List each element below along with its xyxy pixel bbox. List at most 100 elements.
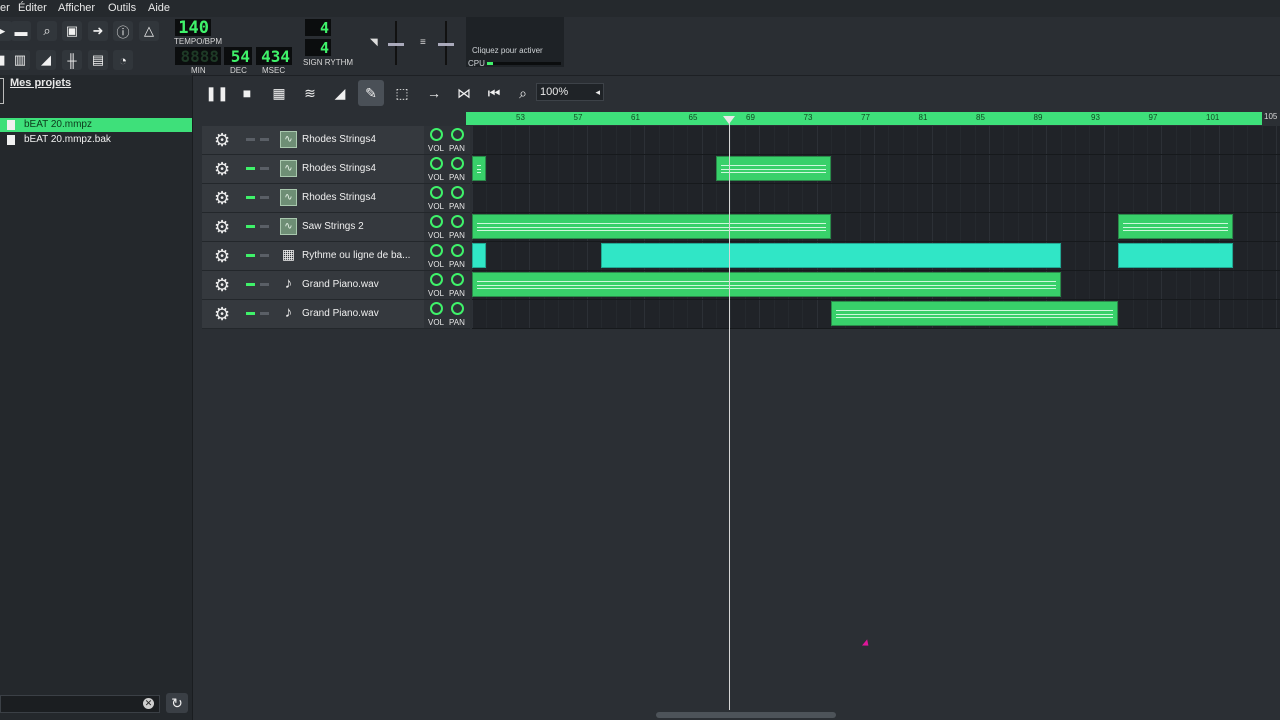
track-settings-gear-icon[interactable]: ⚙ [214,246,230,267]
vol-knob[interactable] [430,273,443,286]
pattern-clip[interactable] [601,243,1061,268]
track-lane[interactable] [472,126,1280,155]
track-solo-toggle[interactable] [260,167,269,170]
loop-points-button[interactable]: ⋈ [451,80,477,106]
pan-knob[interactable] [451,244,464,257]
time-sig-numerator[interactable]: 4 [305,19,331,37]
pan-knob[interactable] [451,128,464,141]
track-header[interactable]: ⚙ ∿ Saw Strings 2 VOL PAN [202,213,470,242]
track-settings-gear-icon[interactable]: ⚙ [214,188,230,209]
track-name[interactable]: Rhodes Strings4 [302,192,376,203]
track-lane[interactable] [472,213,1280,242]
track-settings-gear-icon[interactable]: ⚙ [214,217,230,238]
track-lane[interactable] [472,155,1280,184]
draw-mode-button[interactable]: ✎ [358,80,384,106]
pan-knob[interactable] [451,215,464,228]
recent-projects-button[interactable]: ⌕ [37,21,57,41]
vol-knob[interactable] [430,215,443,228]
track-mute-toggle[interactable] [246,283,255,286]
track-lane[interactable] [472,300,1280,329]
playhead-line[interactable] [729,120,730,710]
pan-knob[interactable] [451,157,464,170]
export-button[interactable]: ➜ [88,21,108,41]
sidebar-tab-handle[interactable] [0,78,4,104]
add-beat-track-button[interactable]: ▦ [266,80,292,106]
track-name[interactable]: Saw Strings 2 [302,221,364,232]
track-mute-toggle[interactable] [246,196,255,199]
track-header[interactable]: ⚙ ∿ Rhodes Strings4 VOL PAN [202,126,470,155]
track-lane[interactable] [472,242,1280,271]
track-mute-toggle[interactable] [246,225,255,228]
clear-search-icon[interactable]: ✕ [143,698,154,709]
pattern-clip[interactable] [472,214,831,239]
pattern-clip[interactable] [472,243,487,268]
track-name[interactable]: Grand Piano.wav [302,308,379,319]
track-settings-gear-icon[interactable]: ⚙ [214,159,230,180]
save-button[interactable]: ▣ [62,21,82,41]
pan-knob[interactable] [451,273,464,286]
track-settings-gear-icon[interactable]: ⚙ [214,275,230,296]
vol-knob[interactable] [430,302,443,315]
track-mute-toggle[interactable] [246,138,255,141]
track-header[interactable]: ⚙ ∿ Rhodes Strings4 VOL PAN [202,184,470,213]
track-name[interactable]: Grand Piano.wav [302,279,379,290]
pause-button[interactable]: ❚❚ [204,80,230,106]
track-solo-toggle[interactable] [260,138,269,141]
track-solo-toggle[interactable] [260,254,269,257]
menu-edit[interactable]: Éditer [18,2,47,14]
track-header[interactable]: ⚙ ▦ Rythme ou ligne de ba... VOL PAN [202,242,470,271]
track-mute-toggle[interactable] [246,167,255,170]
track-settings-gear-icon[interactable]: ⚙ [214,304,230,325]
automation-editor-toggle[interactable]: ◢ [36,50,56,70]
track-name[interactable]: Rhodes Strings4 [302,163,376,174]
pattern-clip[interactable] [716,156,831,181]
pan-knob[interactable] [451,302,464,315]
vol-knob[interactable] [430,244,443,257]
beat-editor-toggle[interactable]: ▥ [10,50,30,70]
pan-knob[interactable] [451,186,464,199]
add-sample-track-button[interactable]: ≋ [297,80,323,106]
refresh-button[interactable]: ↻ [166,693,188,713]
pattern-clip[interactable] [472,156,487,181]
oscilloscope-area[interactable]: Cliquez pour activer CPU [466,17,564,68]
follow-playhead-button[interactable]: → [421,80,447,106]
controller-rack-toggle[interactable]: ◔ [113,50,133,70]
whats-this-button[interactable]: ⓘ [113,21,133,41]
master-pitch-handle[interactable] [438,43,454,46]
pattern-clip[interactable] [1118,243,1234,268]
file-item-selected[interactable]: bEAT 20.mmpz [0,118,192,132]
track-name[interactable]: Rhodes Strings4 [302,134,376,145]
pattern-clip[interactable] [831,301,1119,326]
horizontal-scrollbar[interactable] [656,712,836,718]
timeline-ruler[interactable]: 53 57 61 65 69 73 77 81 85 89 93 97 101 [466,112,1262,125]
vol-knob[interactable] [430,186,443,199]
playhead-marker[interactable] [723,116,735,124]
track-solo-toggle[interactable] [260,283,269,286]
browser-search-input[interactable] [0,695,160,713]
track-solo-toggle[interactable] [260,225,269,228]
mixer-toggle[interactable]: ╫ [62,50,82,70]
track-header[interactable]: ⚙ ♪ Grand Piano.wav VOL PAN [202,271,470,300]
time-sig-denominator[interactable]: 4 [305,39,331,57]
notes-toggle[interactable]: ▤ [88,50,108,70]
pattern-clip[interactable] [1118,214,1234,239]
open-project-button[interactable]: ▬ [11,21,31,41]
track-header[interactable]: ⚙ ♪ Grand Piano.wav VOL PAN [202,300,470,329]
track-lane[interactable] [472,271,1280,300]
vol-knob[interactable] [430,128,443,141]
track-solo-toggle[interactable] [260,312,269,315]
edit-mode-button[interactable]: ⬚ [389,80,415,106]
pattern-clip[interactable] [472,272,1061,297]
menu-help[interactable]: Aide [148,2,170,14]
add-automation-track-button[interactable]: ◢ [327,80,353,106]
master-volume-handle[interactable] [388,43,404,46]
track-solo-toggle[interactable] [260,196,269,199]
metronome-button[interactable]: △ [139,21,159,41]
stop-button[interactable]: ■ [234,80,260,106]
track-header[interactable]: ⚙ ∿ Rhodes Strings4 VOL PAN [202,155,470,184]
track-lane[interactable] [472,184,1280,213]
tempo-display[interactable]: 140 [175,18,211,38]
menu-view[interactable]: Afficher [58,2,95,14]
track-name[interactable]: Rythme ou ligne de ba... [302,250,410,261]
zoom-select[interactable]: 100% ◂ [536,83,604,101]
